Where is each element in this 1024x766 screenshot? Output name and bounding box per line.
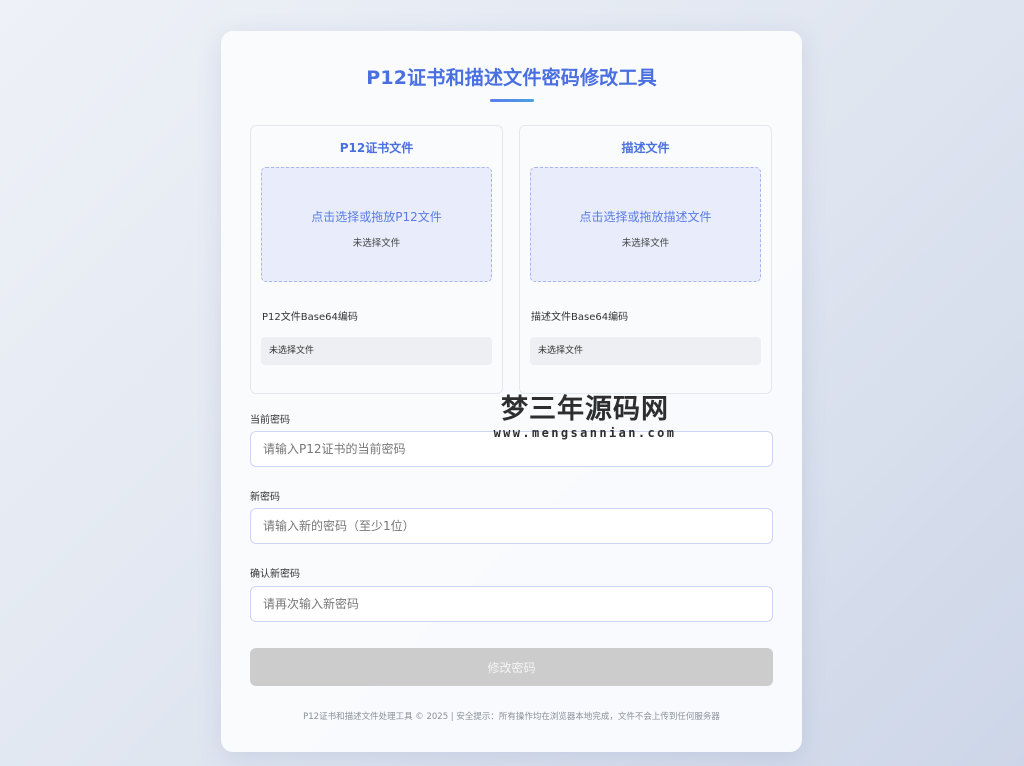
profile-file-status: 未选择文件 bbox=[621, 238, 670, 249]
footer-text: P12证书和描述文件处理工具 © 2025 | 安全提示：所有操作均在浏览器本地… bbox=[303, 712, 720, 722]
profile-drop-text: 点击选择或拖放描述文件 bbox=[579, 210, 712, 224]
p12-base64-label: P12文件Base64编码 bbox=[262, 312, 358, 323]
p12-base64-output: 未选择文件 bbox=[261, 337, 492, 365]
change-password-button[interactable]: 修改密码 bbox=[250, 648, 773, 686]
profile-dropzone[interactable]: 点击选择或拖放描述文件 未选择文件 bbox=[530, 167, 761, 282]
title-underline bbox=[490, 99, 534, 102]
current-password-label: 当前密码 bbox=[250, 415, 290, 426]
profile-panel-title: 描述文件 bbox=[621, 141, 670, 155]
p12-file-status: 未选择文件 bbox=[352, 238, 401, 249]
main-card: P12证书和描述文件密码修改工具 P12证书文件 点击选择或拖放P12文件 未选… bbox=[221, 31, 802, 752]
current-password-input[interactable] bbox=[250, 431, 773, 467]
page-title: P12证书和描述文件密码修改工具 bbox=[366, 67, 657, 89]
p12-drop-text: 点击选择或拖放P12文件 bbox=[311, 210, 442, 224]
profile-panel: 描述文件 点击选择或拖放描述文件 未选择文件 描述文件Base64编码 未选择文… bbox=[519, 125, 772, 394]
new-password-input[interactable] bbox=[250, 508, 773, 544]
profile-base64-output: 未选择文件 bbox=[530, 337, 761, 365]
confirm-password-label: 确认新密码 bbox=[250, 569, 300, 580]
p12-panel: P12证书文件 点击选择或拖放P12文件 未选择文件 P12文件Base64编码… bbox=[250, 125, 503, 394]
p12-dropzone[interactable]: 点击选择或拖放P12文件 未选择文件 bbox=[261, 167, 492, 282]
confirm-password-input[interactable] bbox=[250, 586, 773, 622]
new-password-label: 新密码 bbox=[250, 492, 280, 503]
p12-panel-title: P12证书文件 bbox=[339, 141, 414, 155]
profile-base64-label: 描述文件Base64编码 bbox=[531, 312, 629, 323]
